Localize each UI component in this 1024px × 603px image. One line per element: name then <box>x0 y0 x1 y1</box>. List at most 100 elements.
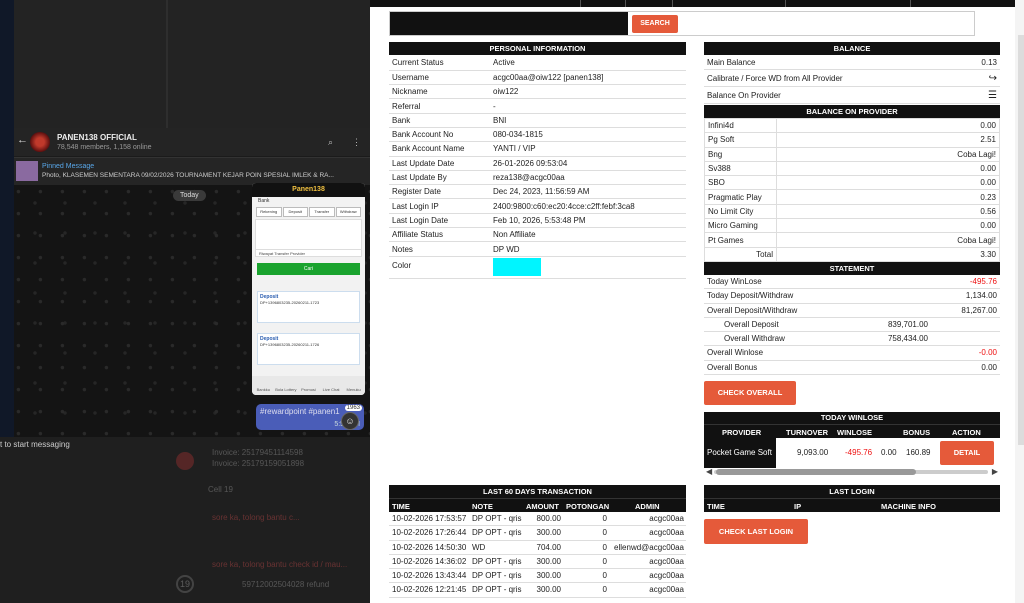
personal-info-panel: PERSONAL INFORMATION Current Status Activ… <box>389 42 686 279</box>
pinned-label: Pinned Message <box>42 163 95 170</box>
transaction-cell: 300.00 <box>536 585 561 595</box>
transaction-columns: TIME NOTE AMOUNT POTONGAN ADMIN <box>389 498 686 512</box>
channel-header[interactable]: ← PANEN138 OFFICIAL 78,548 members, 1,15… <box>14 128 370 156</box>
reaction-icon[interactable]: ☺ <box>341 412 359 430</box>
photo-message[interactable]: Panen138 Bank Rekening Deposit Transfer … <box>252 183 365 395</box>
top-tab[interactable] <box>673 0 786 7</box>
more-icon[interactable]: ⋮ <box>352 137 361 148</box>
provider-balance: 0.00 <box>776 160 1000 177</box>
pinned-text: Photo, KLASEMEN SEMENTARA 09/02/2026 TOU… <box>42 172 334 179</box>
statement-label: Today WinLose <box>707 277 762 286</box>
transaction-cell: 10-02-2026 17:53:57 <box>392 514 467 523</box>
today-winlose-panel: TODAY WINLOSE PROVIDER TURNOVER WINLOSE … <box>704 412 1000 468</box>
page-scrollbar[interactable] <box>1015 0 1024 603</box>
transaction-cell: DP OPT - qris <box>472 514 522 523</box>
phone-search-button: Cari <box>257 263 360 275</box>
transaction-cell: acgc00aa <box>649 514 684 523</box>
provider-table: Infini4d 0.00 Pg Soft 2.51 Bng Coba Lagi! Sv38… <box>704 117 1000 262</box>
scroll-thumb[interactable] <box>1018 35 1024 445</box>
provider-name: Micro Gaming <box>704 218 777 234</box>
statement-row: Overall Bonus 0.00 <box>704 361 1000 376</box>
column-header: NOTE <box>472 502 493 511</box>
column-header: WINLOSE <box>837 428 872 437</box>
calibrate-row: Calibrate / Force WD from All Provider ↪ <box>704 70 1000 87</box>
horizontal-scrollbar[interactable]: ◀ ▶ <box>704 467 1000 477</box>
chat-line: Invoice: 25179451114598 <box>212 448 303 457</box>
provider-name: No Limit City <box>704 203 777 220</box>
column-header: TURNOVER <box>786 428 829 437</box>
channel-avatar[interactable] <box>30 132 50 152</box>
pinned-thumbnail <box>16 161 38 181</box>
top-tab[interactable] <box>370 0 581 7</box>
column-header: MACHINE INFO <box>881 502 936 511</box>
chat-line: Invoice: 25179159051898 <box>212 459 305 468</box>
list-icon[interactable]: ☰ <box>988 87 997 104</box>
phone-card-ref: DP+1396803235-20260211-1726 <box>260 342 320 347</box>
personal-info-row: Username acgc00aa@oiw122 [panen138] <box>389 70 686 86</box>
total-value: 3.30 <box>776 246 1000 262</box>
pinned-message[interactable]: Pinned Message Photo, KLASEMEN SEMENTARA… <box>14 157 370 185</box>
column-header: TIME <box>392 502 410 511</box>
info-label: Nickname <box>389 84 490 100</box>
transaction-cell: 0 <box>602 571 607 581</box>
top-tab[interactable] <box>581 0 626 7</box>
top-tab[interactable] <box>626 0 673 7</box>
provider-row: Pragmatic Play 0.23 <box>704 189 1000 205</box>
transaction-row: 10-02-2026 17:26:44 DP OPT - qris 300.00 0 a… <box>389 526 686 541</box>
transaction-cell: 800.00 <box>536 514 561 523</box>
info-value: YANTI / VIP <box>490 141 686 157</box>
main-balance-label: Main Balance <box>707 58 756 67</box>
back-arrow-icon[interactable]: ← <box>17 134 28 146</box>
search-input[interactable] <box>390 12 628 35</box>
scroll-thumb[interactable] <box>716 469 916 475</box>
balance-header: BALANCE <box>704 42 1000 55</box>
transaction-cell: 0 <box>602 514 607 523</box>
provider-balance: Coba Lagi! <box>776 146 1000 162</box>
color-swatch[interactable] <box>493 257 541 276</box>
info-value: DP WD <box>490 241 686 257</box>
provider-name: Pragmatic Play <box>704 189 777 205</box>
transaction-row: 10-02-2026 13:43:44 DP OPT - qris 300.00 0 a… <box>389 569 686 584</box>
personal-info-row: Nickname oiw122 <box>389 84 686 100</box>
check-last-login-button[interactable]: CHECK LAST LOGIN <box>704 519 808 544</box>
transaction-cell: 300.00 <box>536 528 561 538</box>
scroll-right-icon[interactable]: ▶ <box>992 467 998 476</box>
balance-panel: BALANCE Main Balance 0.13 Calibrate / Fo… <box>704 42 1000 262</box>
provider-balance: 2.51 <box>776 132 1000 148</box>
top-tab[interactable] <box>911 0 1020 7</box>
personal-info-row: Last Update Date 26-01-2026 09:53:04 <box>389 156 686 171</box>
info-label: Bank Account Name <box>389 141 490 157</box>
scroll-left-icon[interactable]: ◀ <box>706 467 712 476</box>
detail-button[interactable]: DETAIL <box>940 441 994 465</box>
view-count: 1963 <box>344 405 362 411</box>
statement-row: Today WinLose -495.76 <box>704 275 1000 290</box>
statement-header: STATEMENT <box>704 262 1000 275</box>
chat-line: sore ka, tolong bantu c... <box>212 513 300 522</box>
provider-row: Bng Coba Lagi! <box>704 146 1000 162</box>
search-icon[interactable]: ⌕ <box>328 137 333 148</box>
column-header: BONUS <box>903 428 931 437</box>
winlose-extra: 0.00 <box>881 448 897 457</box>
statement-row: Today Deposit/Withdraw 1,134.00 <box>704 289 1000 304</box>
phone-tabs: Rekening Deposit Transfer Withdraw <box>256 207 361 217</box>
chat-line: Cell 19 <box>208 485 233 494</box>
search-button[interactable]: SEARCH <box>632 15 678 33</box>
last-login-header: LAST LOGIN <box>704 485 1000 498</box>
provider-name: Bng <box>704 146 777 162</box>
share-icon[interactable]: ↪ <box>989 70 997 87</box>
transaction-cell: 0 <box>602 542 607 552</box>
phone-tab: Transfer <box>309 207 335 217</box>
chat-badge: 19 <box>176 575 194 593</box>
top-tab[interactable] <box>786 0 911 7</box>
transaction-cell: ellenwd@acgc00aa <box>614 542 684 552</box>
main-balance-row: Main Balance 0.13 <box>704 55 1000 70</box>
date-separator: Today <box>173 190 206 201</box>
column-header: ADMIN <box>635 502 660 511</box>
transaction-cell: 10-02-2026 14:50:30 <box>392 542 467 552</box>
statement-panel: STATEMENT Today WinLose -495.76 Today Depo… <box>704 262 1000 376</box>
check-overall-button[interactable]: CHECK OVERALL <box>704 381 796 405</box>
info-value: Feb 10, 2026, 5:53:48 PM <box>490 213 686 229</box>
message-input[interactable]: t to start messaging <box>0 440 70 449</box>
info-label: Last Login Date <box>389 213 490 229</box>
provider-balance: 0.00 <box>776 175 1000 191</box>
